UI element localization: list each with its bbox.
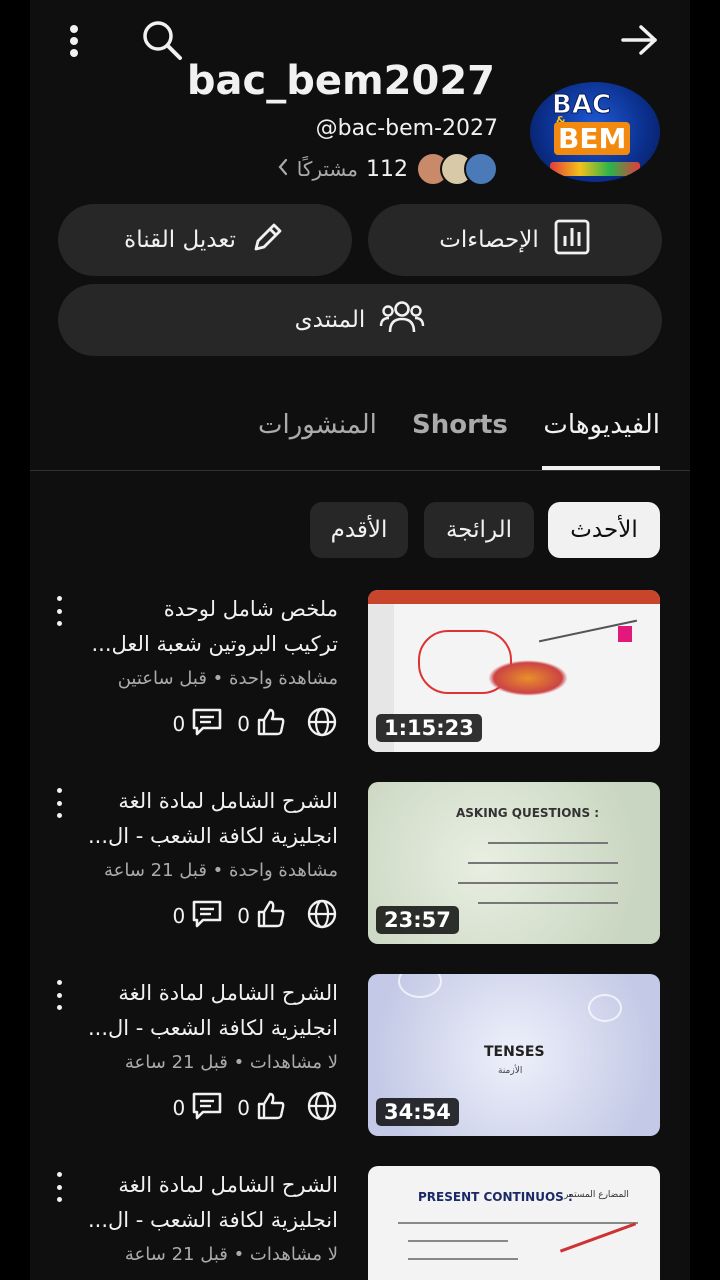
like-count: 0	[237, 712, 250, 736]
thumbnail-subtext: المضارع المستمر	[564, 1190, 629, 1200]
thumbs-up-icon	[256, 707, 286, 741]
video-menu-icon[interactable]	[52, 594, 66, 628]
edit-channel-button[interactable]: تعديل القناة	[58, 204, 352, 276]
subscriber-avatars	[416, 152, 498, 186]
people-icon	[379, 298, 425, 342]
video-title-line2: انجليزية لكافة الشعب - ال...	[87, 1208, 338, 1232]
video-item[interactable]: 1:15:23 ملخص شامل لوحدة تركيب البروتين ش…	[30, 590, 690, 760]
video-duration: 1:15:23	[376, 714, 482, 742]
channel-avatar[interactable]: BAC & BEM	[530, 82, 660, 182]
comment-icon	[191, 899, 223, 933]
video-item[interactable]: ASKING QUESTIONS : 23:57 الشرح الشامل لم…	[30, 782, 690, 952]
more-vert-icon[interactable]	[56, 18, 92, 64]
chip-oldest[interactable]: الأقدم	[310, 502, 408, 558]
tab-shorts[interactable]: Shorts	[412, 410, 508, 440]
community-label: المنتدى	[294, 307, 366, 333]
search-icon[interactable]	[138, 16, 186, 64]
video-thumbnail[interactable]: 1:15:23	[368, 590, 660, 752]
channel-screen: bac_bem2027 BAC & BEM @bac-bem-2027 112 …	[30, 0, 690, 1280]
thumbnail-text: TENSES	[484, 1044, 545, 1060]
comment-count: 0	[172, 712, 186, 736]
thumbnail-text: PRESENT CONTINUOS :	[418, 1190, 573, 1204]
comment-icon	[191, 1091, 223, 1125]
channel-name: bac_bem2027	[186, 58, 495, 104]
logo-books-graphic	[550, 162, 640, 176]
video-meta: لا مشاهدات • قبل 21 ساعة	[124, 1052, 338, 1073]
video-thumbnail[interactable]: PRESENT CONTINUOS : المضارع المستمر	[368, 1166, 660, 1280]
stats-label: الإحصاءات	[439, 227, 539, 253]
video-title[interactable]: الشرح الشامل لمادة الغة انجليزية لكافة ا…	[58, 784, 338, 854]
video-meta: لا مشاهدات • قبل 21 ساعة	[124, 1244, 338, 1265]
channel-tabs: الفيديوهات Shorts المنشورات	[30, 400, 690, 471]
active-tab-indicator	[542, 466, 660, 470]
video-menu-icon[interactable]	[52, 978, 66, 1012]
video-title-line1: ملخص شامل لوحدة	[163, 597, 338, 621]
thumbs-up-icon	[256, 1091, 286, 1125]
video-title-line1: الشرح الشامل لمادة الغة	[118, 981, 338, 1005]
video-duration: 23:57	[376, 906, 459, 934]
video-title-line2: تركيب البروتين شعبة العل...	[91, 632, 339, 656]
video-title[interactable]: الشرح الشامل لمادة الغة انجليزية لكافة ا…	[58, 976, 338, 1046]
video-item[interactable]: PRESENT CONTINUOS : المضارع المستمر الشر…	[30, 1166, 690, 1280]
globe-icon	[306, 1090, 338, 1126]
chevron-left-icon	[277, 157, 289, 181]
tab-videos[interactable]: الفيديوهات	[543, 410, 660, 440]
subscriber-label: مشتركًا	[296, 157, 358, 181]
tab-posts[interactable]: المنشورات	[258, 410, 377, 440]
video-item[interactable]: TENSES الأزمنة 34:54 الشرح الشامل لمادة …	[30, 974, 690, 1144]
subscriber-count: 112	[366, 156, 408, 182]
video-thumbnail[interactable]: TENSES الأزمنة 34:54	[368, 974, 660, 1136]
chip-latest[interactable]: الأحدث	[548, 502, 660, 558]
thumbnail-text: ASKING QUESTIONS :	[456, 806, 600, 820]
video-menu-icon[interactable]	[52, 786, 66, 820]
stats-button[interactable]: الإحصاءات	[368, 204, 662, 276]
video-title[interactable]: ملخص شامل لوحدة تركيب البروتين شعبة العل…	[58, 592, 339, 662]
globe-icon	[306, 898, 338, 934]
video-thumbnail[interactable]: ASKING QUESTIONS : 23:57	[368, 782, 660, 944]
arrow-forward-icon[interactable]	[616, 18, 664, 62]
video-title-line1: الشرح الشامل لمادة الغة	[118, 1173, 338, 1197]
video-stats: 0 0	[173, 1088, 338, 1128]
thumbs-up-icon	[256, 899, 286, 933]
edit-channel-label: تعديل القناة	[124, 227, 236, 253]
comment-count: 0	[172, 904, 186, 928]
channel-handle: @bac-bem-2027	[315, 116, 498, 141]
video-meta: مشاهدة واحدة • قبل ساعتين	[117, 668, 338, 689]
video-menu-icon[interactable]	[52, 1170, 66, 1204]
comment-count: 0	[172, 1096, 186, 1120]
pencil-icon	[250, 219, 286, 261]
thumbnail-subtext: الأزمنة	[498, 1066, 523, 1076]
video-title-line2: انجليزية لكافة الشعب - ال...	[87, 1016, 338, 1040]
comment-icon	[191, 707, 223, 741]
video-stats: 0 0	[173, 704, 338, 744]
video-duration: 34:54	[376, 1098, 459, 1126]
chip-popular[interactable]: الرائجة	[424, 502, 534, 558]
community-button[interactable]: المنتدى	[58, 284, 662, 356]
video-title[interactable]: الشرح الشامل لمادة الغة انجليزية لكافة ا…	[58, 1168, 338, 1238]
globe-icon	[306, 706, 338, 742]
video-stats: 0 0	[173, 896, 338, 936]
video-title-line2: انجليزية لكافة الشعب - ال...	[87, 824, 338, 848]
video-meta: مشاهدة واحدة • قبل 21 ساعة	[103, 860, 338, 881]
like-count: 0	[237, 904, 250, 928]
video-title-line1: الشرح الشامل لمادة الغة	[118, 789, 338, 813]
bar-chart-icon	[553, 218, 591, 262]
subscribers-row[interactable]: 112 مشتركًا	[277, 152, 498, 186]
logo-text-bottom: BEM	[554, 122, 631, 155]
like-count: 0	[237, 1096, 250, 1120]
